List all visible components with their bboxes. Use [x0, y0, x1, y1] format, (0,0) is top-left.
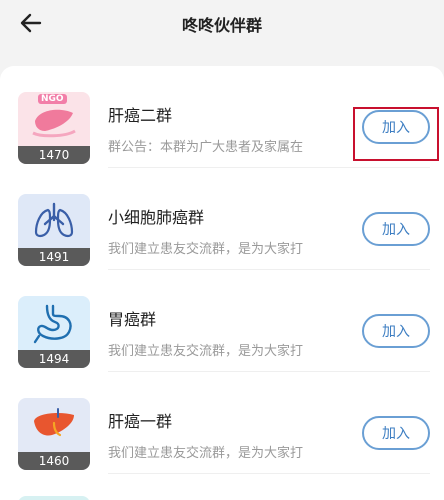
- group-name: 肝癌二群: [108, 106, 173, 125]
- group-thumbnail: NGO 1470: [18, 92, 90, 164]
- member-count: 1491: [18, 248, 90, 266]
- page-title: 咚咚伙伴群: [181, 16, 262, 35]
- highlight-box: [353, 107, 439, 161]
- group-description: 我们建立患友交流群，是为大家打: [108, 242, 304, 257]
- group-description: 我们建立患友交流群，是为大家打: [108, 446, 304, 461]
- list-item[interactable]: 1491 小细胞肺癌群 我们建立患友交流群，是为大家打 加入: [0, 168, 444, 270]
- list-item-thumbnail-partial: [18, 496, 90, 500]
- liver-icon: [34, 408, 74, 437]
- group-thumbnail: 1460: [18, 398, 90, 470]
- join-button[interactable]: 加入: [362, 416, 430, 450]
- list-item[interactable]: 1460 肝癌一群 我们建立患友交流群，是为大家打 加入: [0, 372, 444, 474]
- group-name: 胃癌群: [108, 310, 157, 329]
- top-bar: 咚咚伙伴群: [0, 0, 444, 66]
- stomach-icon: [33, 304, 72, 344]
- member-count: 1494: [18, 350, 90, 368]
- group-thumbnail: 1491: [18, 194, 90, 266]
- join-button[interactable]: 加入: [362, 212, 430, 246]
- group-description: 我们建立患友交流群，是为大家打: [108, 344, 304, 359]
- join-button[interactable]: 加入: [362, 314, 430, 348]
- ngo-badge: NGO: [38, 94, 67, 104]
- divider: [108, 473, 430, 474]
- group-description: 群公告：本群为广大患者及家属在: [108, 140, 304, 155]
- group-thumbnail: 1494: [18, 296, 90, 368]
- liver-ngo-icon: [32, 109, 76, 138]
- lungs-icon: [34, 202, 74, 238]
- list-item[interactable]: 1494 胃癌群 我们建立患友交流群，是为大家打 加入: [0, 270, 444, 372]
- member-count: 1460: [18, 452, 90, 470]
- group-name: 小细胞肺癌群: [108, 208, 205, 227]
- member-count: 1470: [18, 146, 90, 164]
- group-name: 肝癌一群: [108, 412, 173, 431]
